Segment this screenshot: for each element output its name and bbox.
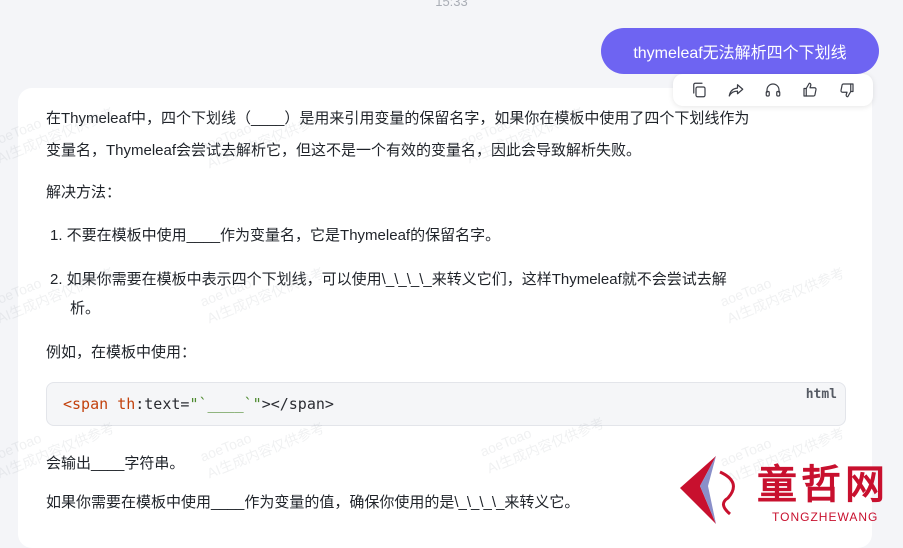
like-button[interactable] (799, 79, 821, 101)
solution-heading: 解决方法： (46, 184, 122, 201)
code-string: "`____`" (189, 395, 262, 413)
code-language-label: html (805, 387, 837, 402)
example-label: 例如，在模板中使用： (46, 344, 197, 361)
thumbs-up-icon (803, 82, 817, 97)
code-tag-open: <span (63, 395, 118, 413)
timestamp: 15:33 (435, 0, 468, 9)
answer-paragraph-line: 变量名，Thymeleaf会尝试去解析它，但这不是一个有效的变量名，因此会导致解… (46, 142, 642, 159)
code-line: <span th:text="`____`"></span> (63, 395, 334, 413)
read-aloud-button[interactable] (762, 79, 784, 101)
dislike-button[interactable] (836, 79, 858, 101)
copy-icon (693, 82, 706, 98)
logo-text: 童哲网 (757, 461, 889, 508)
user-message-bubble: thymeleaf无法解析四个下划线 (601, 28, 879, 74)
share-button[interactable] (725, 79, 747, 101)
output-line: 会输出____字符串。 (46, 455, 185, 472)
share-icon (728, 84, 744, 97)
user-message-text: thymeleaf无法解析四个下划线 (633, 45, 847, 62)
final-line: 如果你需要在模板中使用____作为变量的值，确保你使用的是\_\_\_\_来转义… (46, 494, 580, 511)
headphones-icon (765, 83, 781, 97)
logo-subtitle: TONGZHEWANG (772, 510, 879, 524)
site-logo: 童哲网 TONGZHEWANG (662, 446, 903, 531)
solution-item-2-line: 2. 如果你需要在模板中表示四个下划线，可以使用\_\_\_\_来转义它们，这样… (50, 271, 727, 288)
code-tag-close: ></span> (261, 395, 334, 413)
solution-item-2-line: 析。 (70, 300, 101, 317)
code-colon-text: :text= (135, 395, 190, 413)
message-action-bar (673, 74, 873, 106)
code-block[interactable]: html <span th:text="`____`"></span> (46, 382, 846, 426)
answer-paragraph-line: 在Thymeleaf中，四个下划线（____）是用来引用变量的保留名字，如果你在… (46, 110, 750, 127)
solution-item-1: 1. 不要在模板中使用____作为变量名，它是Thymeleaf的保留名字。 (50, 227, 501, 244)
thumbs-down-icon (839, 83, 854, 98)
code-attr: th (117, 395, 136, 413)
logo-emblem-icon (680, 456, 735, 524)
copy-button[interactable] (688, 79, 710, 101)
